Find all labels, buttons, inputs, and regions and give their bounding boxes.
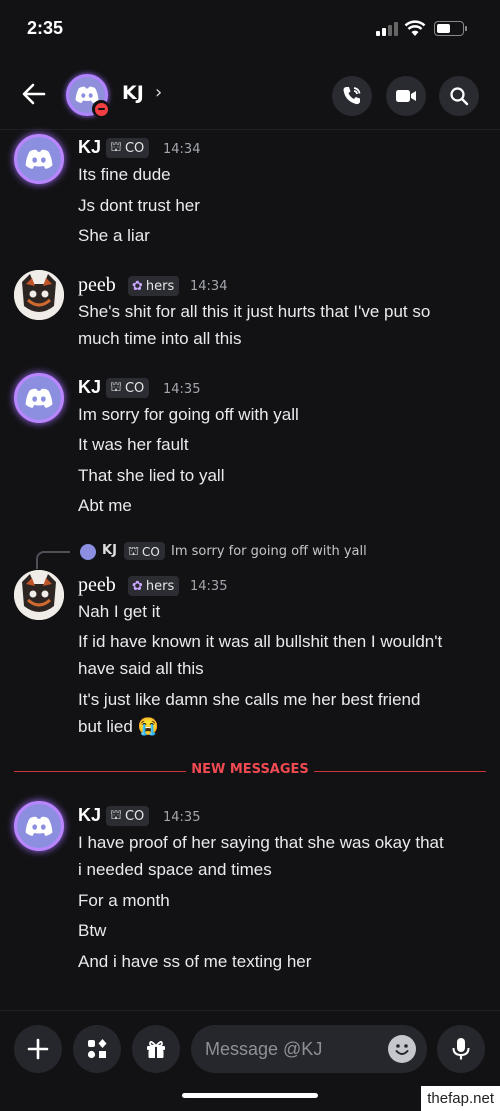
message-line: It was her fault [78, 435, 189, 454]
message-author[interactable]: KJ [78, 137, 101, 158]
message-line: Abt me [78, 496, 132, 515]
flower-icon: ✿ [132, 279, 143, 294]
gift-button[interactable] [132, 1025, 180, 1073]
message-line: have said all this [78, 659, 204, 678]
message-line: If id have known it was all bullshit the… [78, 632, 443, 651]
home-indicator[interactable] [182, 1093, 318, 1098]
search-icon [450, 87, 469, 106]
cat-avatar-icon [14, 270, 64, 320]
message-author[interactable]: KJ [78, 805, 101, 826]
castle-icon: ⛫ [128, 543, 140, 558]
message-line: Js dont trust her [78, 196, 200, 215]
message-author[interactable]: KJ [78, 377, 101, 398]
castle-icon: ⛫ [110, 140, 122, 155]
message-line: That she lied to yall [78, 466, 225, 485]
header-title[interactable]: KJ [122, 82, 144, 104]
message-line: Nah I get it [78, 602, 161, 621]
apps-icon [87, 1039, 107, 1059]
avatar[interactable] [14, 570, 64, 620]
reply-author[interactable]: KJ [102, 543, 117, 558]
message-line: She a liar [78, 226, 150, 245]
add-attachment-button[interactable] [14, 1025, 62, 1073]
chevron-right-icon[interactable]: › [155, 82, 162, 103]
role-tag[interactable]: ✿ hers [128, 276, 180, 296]
message-line: For a month [78, 891, 170, 910]
message-line: And i have ss of me texting her [78, 952, 312, 971]
message-line: It's just like damn she calls me her bes… [78, 690, 421, 709]
do-not-disturb-icon [92, 100, 110, 118]
status-time: 2:35 [27, 18, 64, 38]
discord-logo-icon [25, 388, 53, 408]
reply-avatar[interactable] [80, 544, 96, 560]
message-line: Its fine dude [78, 165, 171, 184]
message-timestamp: 14:35 [190, 579, 228, 594]
castle-icon: ⛫ [110, 808, 122, 823]
emoji-button[interactable] [388, 1035, 416, 1063]
apps-button[interactable] [73, 1025, 121, 1073]
reply-connector [36, 551, 70, 569]
search-button[interactable] [439, 76, 479, 116]
message-line: i needed space and times [78, 860, 272, 879]
flower-icon: ✿ [132, 579, 143, 594]
castle-icon: ⛫ [110, 380, 122, 395]
call-button[interactable] [332, 76, 372, 116]
emoji-icon [395, 1044, 409, 1055]
message-line: Btw [78, 921, 107, 940]
watermark: thefap.net [421, 1086, 500, 1111]
signal-icon [376, 22, 398, 36]
message-line: She's shit for all this it just hurts th… [78, 302, 431, 321]
message-line: I have proof of her saying that she was … [78, 833, 444, 852]
voice-message-button[interactable] [437, 1025, 485, 1073]
message-line: much time into all this [78, 329, 242, 348]
message-timestamp: 14:35 [163, 810, 201, 825]
role-tag[interactable]: ✿ hers [128, 576, 180, 596]
status-bar: 2:35 [0, 0, 500, 58]
message-line: but lied 😭 [78, 717, 159, 736]
phone-icon [343, 87, 361, 105]
video-call-button[interactable] [386, 76, 426, 116]
avatar[interactable] [14, 270, 64, 320]
plus-icon [27, 1038, 49, 1060]
discord-logo-icon [25, 149, 53, 169]
discord-logo-icon [25, 816, 53, 836]
clan-tag[interactable]: ⛫ CO [106, 806, 150, 826]
video-camera-icon [396, 90, 416, 102]
message-line: Im sorry for going off with yall [78, 405, 299, 424]
avatar[interactable] [14, 373, 64, 423]
gift-icon [147, 1041, 165, 1058]
reply-preview[interactable]: Im sorry for going off with yall [171, 544, 367, 559]
message-timestamp: 14:35 [163, 382, 201, 397]
reply-clan-tag: ⛫ CO [124, 542, 165, 560]
clan-tag[interactable]: ⛫ CO [106, 378, 150, 398]
wifi-icon [404, 20, 426, 36]
chat-header: KJ › [0, 58, 500, 130]
battery-icon [434, 21, 467, 36]
avatar[interactable] [14, 134, 64, 184]
back-arrow-icon[interactable] [20, 80, 48, 108]
message-timestamp: 14:34 [190, 279, 228, 294]
message-author[interactable]: peeb [78, 574, 116, 597]
clan-tag[interactable]: ⛫ CO [106, 138, 150, 158]
message-author[interactable]: peeb [78, 274, 116, 297]
microphone-icon [452, 1038, 470, 1060]
avatar[interactable] [14, 801, 64, 851]
message-timestamp: 14:34 [163, 142, 201, 157]
cat-avatar-icon [14, 570, 64, 620]
new-messages-divider: NEW MESSAGES [191, 762, 309, 777]
